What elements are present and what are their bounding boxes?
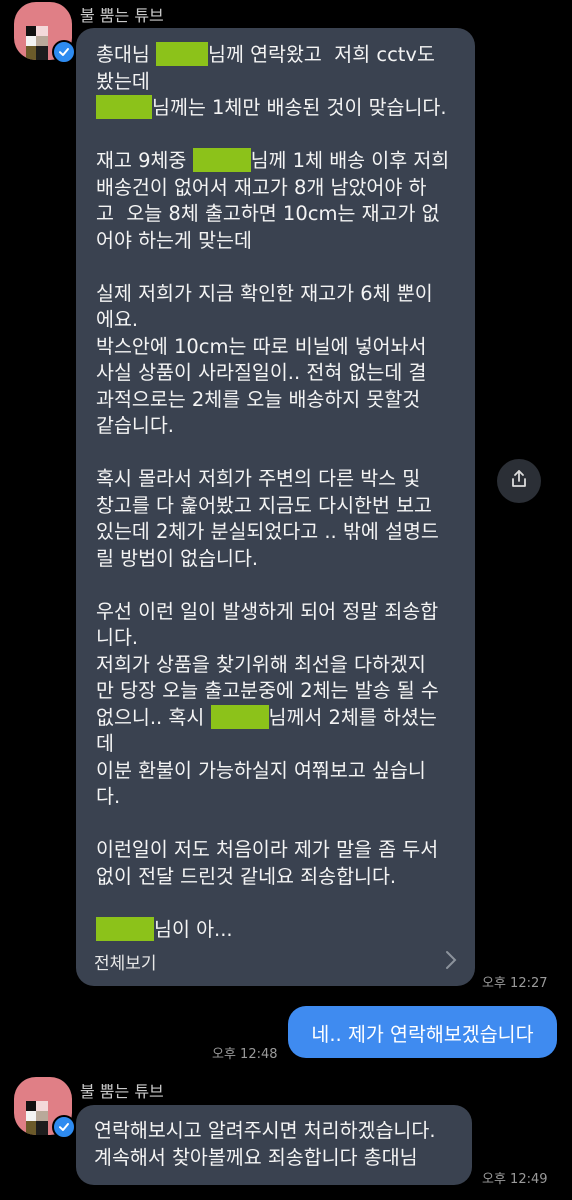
message-line-text: 다. <box>96 785 121 808</box>
message-text: 연락해보시고 알려주시면 처리하겠습니다. 계속해서 찾아볼께요 죄송합니다 총대… <box>94 1118 464 1171</box>
message-line <box>96 811 466 838</box>
message-line: 없으니.. 혹시 님께서 2체를 하셨는 <box>96 704 466 732</box>
message-line-text: 있는데 2체가 분실되었다고 .. 밖에 설명드 <box>96 520 439 543</box>
see-all-link[interactable]: 전체보기 <box>94 949 157 974</box>
message-line: 어야 하는게 맞는데 <box>96 228 466 255</box>
message-line-text: 릴 방법이 없습니다. <box>96 546 259 570</box>
message-line-text: 니다. <box>96 626 139 649</box>
message-line-text: 과적으로는 2체를 오늘 배송하지 못할것 <box>96 387 421 411</box>
message-line: 릴 방법이 없습니다. <box>96 546 466 573</box>
message-bubble-outgoing[interactable]: 네.. 제가 연락해보겠습니다 <box>288 1006 557 1058</box>
message-line: 우선 이런 일이 발생하게 되어 정말 죄송합 <box>96 599 466 626</box>
message-line: 혹시 몰라서 저희가 주변의 다른 박스 및 <box>96 466 466 493</box>
message-line: 니다. <box>96 625 466 652</box>
message-line: 실제 저희가 지금 확인한 재고가 6체 뿐이 <box>96 281 466 308</box>
message-bubble-incoming[interactable]: 연락해보시고 알려주시면 처리하겠습니다. 계속해서 찾아볼께요 죄송합니다 총대… <box>76 1105 472 1185</box>
message-line <box>96 122 466 149</box>
message-line: 님께는 1체만 배송된 것이 맞습니다. <box>96 95 466 122</box>
message-line: 다. <box>96 784 466 811</box>
message-line: 계속해서 찾아볼께요 죄송합니다 총대님 <box>94 1145 464 1172</box>
message-line: 연락해보시고 알려주시면 처리하겠습니다. <box>94 1118 464 1145</box>
sender-avatar[interactable] <box>14 2 76 64</box>
message-line: 박스안에 10cm는 따로 비닐에 넣어놔서 <box>96 334 466 361</box>
message-line-text: 사실 상품이 사라질일이.. 전혀 없는데 결 <box>96 361 427 384</box>
verified-badge-icon <box>52 40 76 64</box>
message-line: 고 오늘 8체 출고하면 10cm는 재고가 없 <box>96 201 466 228</box>
redacted-name-block <box>156 42 209 66</box>
redacted-name-block <box>96 95 152 119</box>
verified-badge-icon <box>52 1115 76 1139</box>
message-line-text: 어야 하는게 맞는데 <box>96 228 252 252</box>
message-line-text: 님께 연락왔고 저희 cctv도 <box>208 43 435 66</box>
message-line-text: 님께서 2체를 하셨는 <box>268 705 437 729</box>
share-button[interactable] <box>497 459 541 503</box>
message-line-text: 실제 저희가 지금 확인한 재고가 6체 뿐이 <box>96 281 433 305</box>
message-line <box>96 254 466 281</box>
message-text: 총대님 님께 연락왔고 저희 cctv도 봤는데 님께는 1체만 배송된 것이 맞습… <box>96 42 466 943</box>
message-line: 에요. <box>96 307 466 334</box>
sender-name: 불 뿜는 튜브 <box>80 6 164 25</box>
message-line-text: 우선 이런 일이 발생하게 되어 정말 죄송합 <box>96 599 439 623</box>
message-line-text: 박스안에 10cm는 따로 비닐에 넣어놔서 <box>96 334 427 358</box>
message-time: 오후 12:48 <box>212 1047 278 1062</box>
message-line: 없이 전달 드린것 같네요 죄송합니다. <box>96 864 466 891</box>
message-line: 배송건이 없어서 재고가 8개 남았어야 하 <box>96 175 466 202</box>
message-line-text: 저희가 상품을 찾기위해 최선을 다하겠지 <box>96 652 426 676</box>
message-line-text: 이분 환불이 가능하실지 여쭤보고 싶습니 <box>96 758 426 782</box>
message-line: 총대님 님께 연락왔고 저희 cctv도 <box>96 42 466 69</box>
redacted-name-block <box>210 704 269 729</box>
sender-name: 불 뿜는 튜브 <box>80 1082 164 1101</box>
message-line-text: 창고를 다 훑어봤고 지금도 다시한번 보고 <box>96 493 432 517</box>
message-line: 님이 아... <box>96 916 466 944</box>
share-icon <box>509 469 529 493</box>
message-text: 네.. 제가 연락해보겠습니다 <box>311 1022 534 1046</box>
message-line-text: 이런일이 저도 처음이라 제가 말을 좀 두서 <box>96 838 439 861</box>
message-time: 오후 12:49 <box>482 1172 548 1187</box>
message-line: 이런일이 저도 처음이라 제가 말을 좀 두서 <box>96 837 466 864</box>
message-bubble-incoming[interactable]: 총대님 님께 연락왔고 저희 cctv도 봤는데 님께는 1체만 배송된 것이 맞습… <box>76 28 475 986</box>
message-line-text: 데 <box>96 732 114 755</box>
message-line-text: 총대님 <box>96 43 157 66</box>
message-line: 과적으로는 2체를 오늘 배송하지 못할것 <box>96 387 466 414</box>
message-line-text: 연락해보시고 알려주시면 처리하겠습니다. <box>94 1119 436 1142</box>
message-line: 재고 9체중 님께 1체 배송 이후 저희 <box>96 148 466 175</box>
message-line-text: 없이 전달 드린것 같네요 죄송합니다. <box>96 864 397 888</box>
message-line-text: 재고 9체중 <box>96 149 193 172</box>
message-line-text: 님께 1체 배송 이후 저희 <box>250 149 450 172</box>
message-line <box>96 440 466 467</box>
message-line-text: 계속해서 찾아볼께요 죄송합니다 총대님 <box>94 1145 418 1169</box>
message-line-text: 같습니다. <box>96 414 174 437</box>
message-line: 같습니다. <box>96 413 466 440</box>
message-line-text: 없으니.. 혹시 <box>96 705 211 729</box>
message-line <box>96 572 466 599</box>
message-line-text: 에요. <box>96 308 139 331</box>
message-line: 저희가 상품을 찾기위해 최선을 다하겠지 <box>96 652 466 679</box>
redacted-name-block <box>96 916 154 941</box>
message-line-text: 배송건이 없어서 재고가 8개 남았어야 하 <box>96 175 427 199</box>
message-line: 만 당장 오늘 출고분중에 2체는 발송 될 수 <box>96 678 466 705</box>
message-line: 이분 환불이 가능하실지 여쭤보고 싶습니 <box>96 758 466 785</box>
message-line: 있는데 2체가 분실되었다고 .. 밖에 설명드 <box>96 519 466 546</box>
chevron-right-icon[interactable] <box>445 950 457 974</box>
sender-avatar[interactable] <box>14 1077 76 1139</box>
message-line-text: 봤는데 <box>96 69 150 93</box>
message-line-text: 님이 아... <box>154 917 233 941</box>
message-line: 사실 상품이 사라질일이.. 전혀 없는데 결 <box>96 360 466 387</box>
message-line: 창고를 다 훑어봤고 지금도 다시한번 보고 <box>96 493 466 520</box>
message-line: 데 <box>96 731 466 758</box>
message-line-text: 님께는 1체만 배송된 것이 맞습니다. <box>152 96 447 119</box>
message-line <box>96 890 466 917</box>
message-time: 오후 12:27 <box>482 976 548 991</box>
message-line-text: 혹시 몰라서 저희가 주변의 다른 박스 및 <box>96 467 421 490</box>
redacted-name-block <box>192 148 251 172</box>
message-line-text: 만 당장 오늘 출고분중에 2체는 발송 될 수 <box>96 679 439 702</box>
message-line-text: 고 오늘 8체 출고하면 10cm는 재고가 없 <box>96 202 440 225</box>
message-line: 봤는데 <box>96 69 466 96</box>
